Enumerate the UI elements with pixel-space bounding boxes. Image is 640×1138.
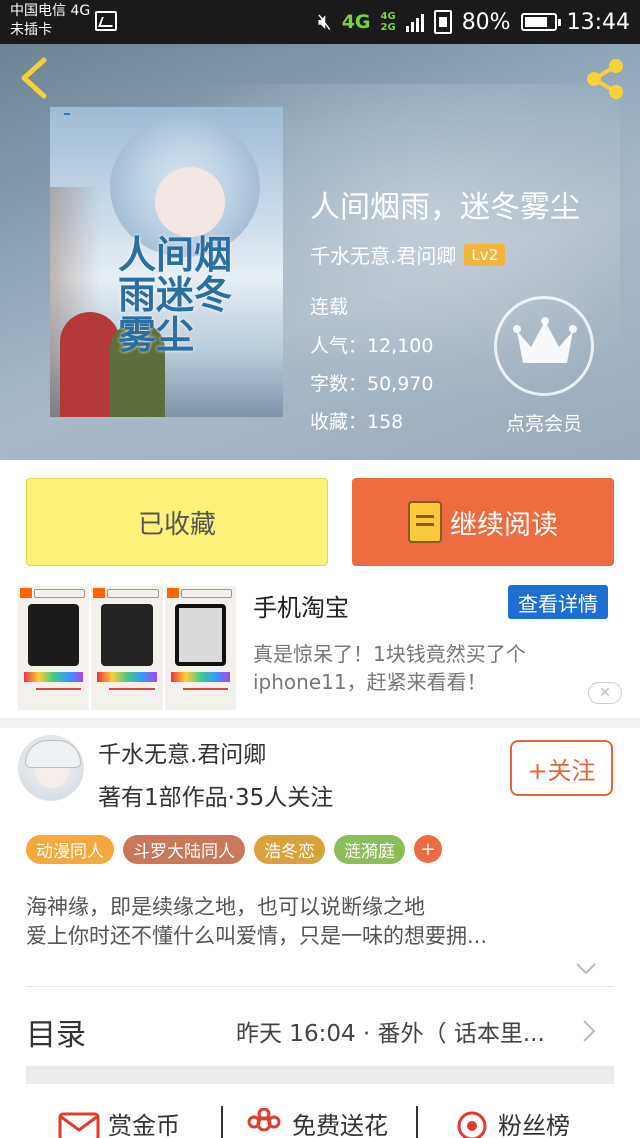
envelope-icon [58, 1112, 100, 1138]
ad-detail-button[interactable]: 查看详情 [508, 585, 608, 619]
author-name[interactable]: 千水无意.君问卿 [310, 240, 456, 269]
tag-item[interactable]: 浩冬恋 [254, 835, 325, 864]
signal-icon [405, 12, 424, 32]
carrier-line1: 中国电信 4G [10, 3, 91, 19]
chevron-right-icon[interactable] [580, 1018, 598, 1044]
tag-item[interactable]: 斗罗大陆同人 [123, 835, 245, 864]
ad-description[interactable]: 真是惊呆了！1块钱竟然买了个iphone11，赶紧来看看！ [253, 640, 563, 696]
book-icon [408, 501, 442, 543]
bottom-separator [416, 1106, 418, 1138]
carrier-line2: 未插卡 [10, 22, 52, 38]
section-divider [26, 1066, 614, 1084]
fans-label: 粉丝榜 [498, 1112, 570, 1138]
network-stack: 4G 2G [381, 11, 396, 33]
battery-icon [520, 13, 561, 31]
flowers-label: 免费送花 [292, 1112, 388, 1138]
author-card-name[interactable]: 千水无意.君问卿 [98, 735, 266, 769]
battery-percent: 80% [461, 9, 511, 35]
network-top-label: 4G [380, 11, 396, 22]
reward-coins-button[interactable]: 赏金币 [58, 1106, 180, 1138]
vip-crown-button[interactable] [494, 296, 594, 396]
flower-icon [247, 1107, 281, 1131]
author-avatar[interactable] [18, 735, 84, 801]
fans-ranking-button[interactable]: 粉丝榜 [454, 1106, 570, 1138]
share-icon[interactable] [582, 56, 628, 102]
author-card-meta: 著有1部作品·35人关注 [98, 785, 334, 811]
status-bar: 中国电信 4G 未插卡 🔇︎ 4G 4G 2G 80% 13:44 [0, 0, 640, 44]
section-divider [0, 718, 640, 728]
tag-list: 动漫同人 斗罗大陆同人 浩冬恋 涟漪庭 + [26, 835, 442, 864]
tag-more-button[interactable]: + [414, 835, 442, 863]
collected-button[interactable]: 已收藏 [26, 478, 328, 566]
free-flowers-button[interactable]: 免费送花 [244, 1106, 388, 1138]
serial-status: 连载 [310, 296, 349, 318]
catalog-latest-chapter[interactable]: 昨天 16:04 · 番外（ 话本里... [236, 1014, 566, 1048]
network-bottom-label: 2G [380, 22, 396, 33]
crown-icon [513, 317, 577, 363]
intro-line: 海神缘，即是续缘之地，也可以说断缘之地 [26, 895, 425, 919]
mute-icon: 🔇︎ [317, 9, 332, 35]
book-intro[interactable]: 海神缘，即是续缘之地，也可以说断缘之地 爱上你时还不懂什么叫爱情，只是一味的想要… [26, 893, 586, 951]
author-row: 千水无意.君问卿 Lv2 [310, 240, 506, 269]
tag-item[interactable]: 动漫同人 [26, 835, 114, 864]
cover-title-art: 人间烟雨迷冬雾尘 [118, 232, 233, 357]
network-4g-label: 4G [341, 11, 371, 33]
sim-card-icon [433, 10, 452, 34]
favorites-stat: 收藏：158 [310, 411, 404, 433]
reward-label: 赏金币 [108, 1112, 180, 1138]
expand-chevron-icon[interactable] [574, 958, 598, 978]
vip-label[interactable]: 点亮会员 [498, 409, 590, 436]
intro-divider [26, 986, 614, 987]
follow-button[interactable]: +关注 [510, 740, 613, 796]
book-cover[interactable]: 人间烟雨迷冬雾尘 [50, 107, 283, 417]
popularity-stat: 人气：12,100 [310, 335, 434, 357]
collected-label: 已收藏 [137, 509, 216, 540]
continue-reading-button[interactable]: 继续阅读 [352, 478, 614, 566]
tag-item[interactable]: 涟漪庭 [334, 835, 405, 864]
catalog-label[interactable]: 目录 [26, 1010, 86, 1054]
ad-image[interactable] [18, 586, 236, 710]
ad-close-icon[interactable]: ✕ [588, 682, 622, 704]
back-arrow-icon[interactable] [16, 54, 52, 102]
book-title: 人间烟雨，迷冬雾尘 [310, 190, 580, 225]
ranking-icon [457, 1111, 487, 1138]
cover-publisher-badge [64, 113, 70, 115]
image-notification-icon [95, 11, 117, 31]
intro-line: 爱上你时还不懂什么叫爱情，只是一味的想要拥... [26, 924, 488, 948]
author-level-badge: Lv2 [464, 243, 506, 266]
continue-reading-label: 继续阅读 [450, 509, 558, 541]
carrier-info: 中国电信 4G 未插卡 [10, 2, 90, 40]
ad-title[interactable]: 手机淘宝 [253, 588, 349, 623]
bottom-separator [221, 1106, 223, 1138]
word-count-stat: 字数：50,970 [310, 373, 434, 395]
clock: 13:44 [566, 9, 630, 35]
